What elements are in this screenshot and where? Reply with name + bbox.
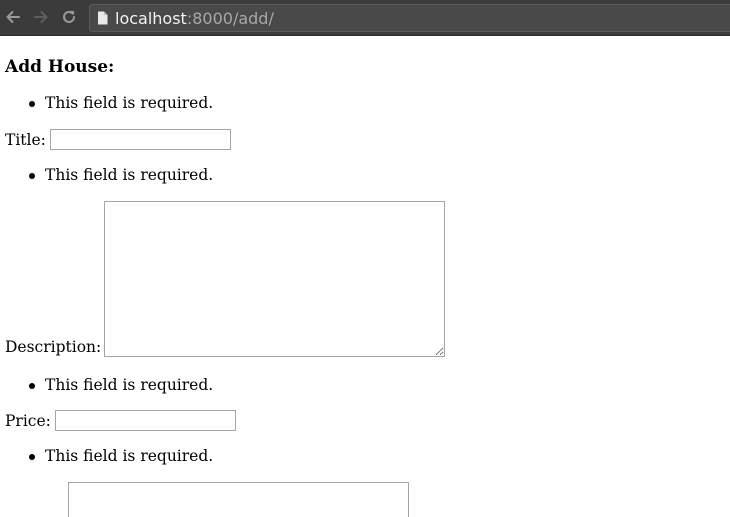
url-path: :8000/add/ bbox=[186, 8, 274, 28]
title-label: Title: bbox=[5, 131, 46, 149]
price-field-row: Price: bbox=[5, 410, 236, 431]
browser-toolbar: localhost:8000/add/ bbox=[0, 0, 730, 36]
title-error-message: This field is required. bbox=[0, 93, 213, 113]
back-button[interactable] bbox=[2, 6, 24, 28]
description-field-row: Description: bbox=[5, 201, 446, 357]
fourth-field-error-list: This field is required. bbox=[0, 446, 213, 466]
price-error-list: This field is required. bbox=[0, 375, 213, 395]
title-field-row: Title: bbox=[5, 129, 231, 150]
reload-button[interactable] bbox=[58, 6, 80, 28]
price-label: Price: bbox=[5, 412, 51, 430]
page-title: Add House: bbox=[5, 57, 115, 77]
fourth-field-error-message: This field is required. bbox=[0, 446, 213, 466]
description-textarea[interactable] bbox=[104, 201, 446, 357]
page-icon bbox=[97, 11, 108, 25]
arrow-left-icon bbox=[6, 11, 20, 23]
title-input[interactable] bbox=[49, 129, 231, 150]
description-label: Description: bbox=[5, 338, 102, 356]
fourth-field-textarea[interactable] bbox=[68, 482, 409, 517]
description-error-message: This field is required. bbox=[0, 165, 213, 185]
title-error-list: This field is required. bbox=[0, 93, 213, 113]
description-error-list: This field is required. bbox=[0, 165, 213, 185]
page-content: Add House: This field is required. Title… bbox=[0, 36, 730, 517]
forward-button[interactable] bbox=[30, 6, 52, 28]
address-bar[interactable]: localhost:8000/add/ bbox=[89, 4, 730, 32]
price-error-message: This field is required. bbox=[0, 375, 213, 395]
arrow-right-icon bbox=[34, 11, 48, 23]
price-input[interactable] bbox=[54, 410, 236, 431]
reload-icon bbox=[63, 10, 75, 23]
url-host: localhost bbox=[115, 8, 187, 28]
